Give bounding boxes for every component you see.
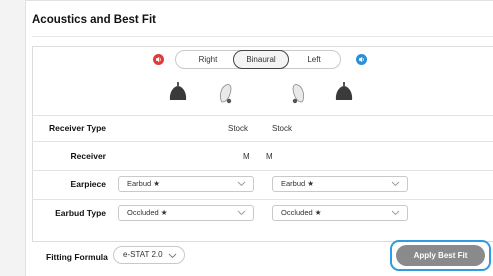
apply-best-fit-button[interactable]: Apply Best Fit	[396, 245, 485, 266]
earpiece-right-value: Earbud ★	[127, 179, 160, 188]
row-divider	[32, 141, 493, 142]
receiver-label: Receiver	[70, 151, 106, 161]
side-option-binaural[interactable]: Binaural	[233, 50, 289, 69]
right-receiver-icon	[216, 80, 238, 106]
chevron-down-icon	[237, 181, 246, 187]
earbud-type-right-value: Occluded ★	[127, 208, 168, 217]
earbud-type-label: Earbud Type	[55, 208, 106, 218]
left-earbud-icon	[333, 80, 355, 106]
earbud-type-right-dropdown[interactable]: Occluded ★	[118, 205, 254, 221]
fitting-formula-label: Fitting Formula	[46, 252, 108, 262]
receiver-right-value: M	[243, 152, 250, 161]
chevron-down-icon	[168, 253, 177, 259]
receiver-type-label: Receiver Type	[48, 123, 106, 133]
side-option-right[interactable]: Right	[184, 51, 232, 68]
left-receiver-icon	[286, 80, 308, 106]
earpiece-left-dropdown[interactable]: Earbud ★	[272, 176, 408, 192]
earpiece-right-dropdown[interactable]: Earbud ★	[118, 176, 254, 192]
earbud-type-left-value: Occluded ★	[281, 208, 322, 217]
row-divider	[32, 199, 493, 200]
row-divider	[32, 170, 493, 171]
left-speaker-icon[interactable]	[356, 54, 367, 65]
chevron-down-icon	[237, 210, 246, 216]
chevron-down-icon	[391, 181, 400, 187]
fitting-formula-dropdown[interactable]: e-STAT 2.0	[113, 246, 185, 264]
earpiece-label: Earpiece	[70, 179, 106, 189]
right-earbud-icon	[167, 80, 189, 106]
receiver-type-left-value: Stock	[272, 124, 293, 133]
section-title: Acoustics and Best Fit	[32, 14, 156, 26]
side-option-left[interactable]: Left	[292, 51, 336, 68]
chevron-down-icon	[391, 210, 400, 216]
receiver-type-right-value: Stock	[228, 124, 249, 133]
row-divider	[32, 115, 493, 116]
earpiece-left-value: Earbud ★	[281, 179, 314, 188]
earbud-type-left-dropdown[interactable]: Occluded ★	[272, 205, 408, 221]
side-selector: Right Binaural Left	[175, 50, 341, 69]
title-divider	[32, 36, 493, 37]
fitting-formula-value: e-STAT 2.0	[123, 250, 163, 259]
receiver-left-value: M	[266, 152, 273, 161]
right-speaker-icon[interactable]	[153, 54, 164, 65]
